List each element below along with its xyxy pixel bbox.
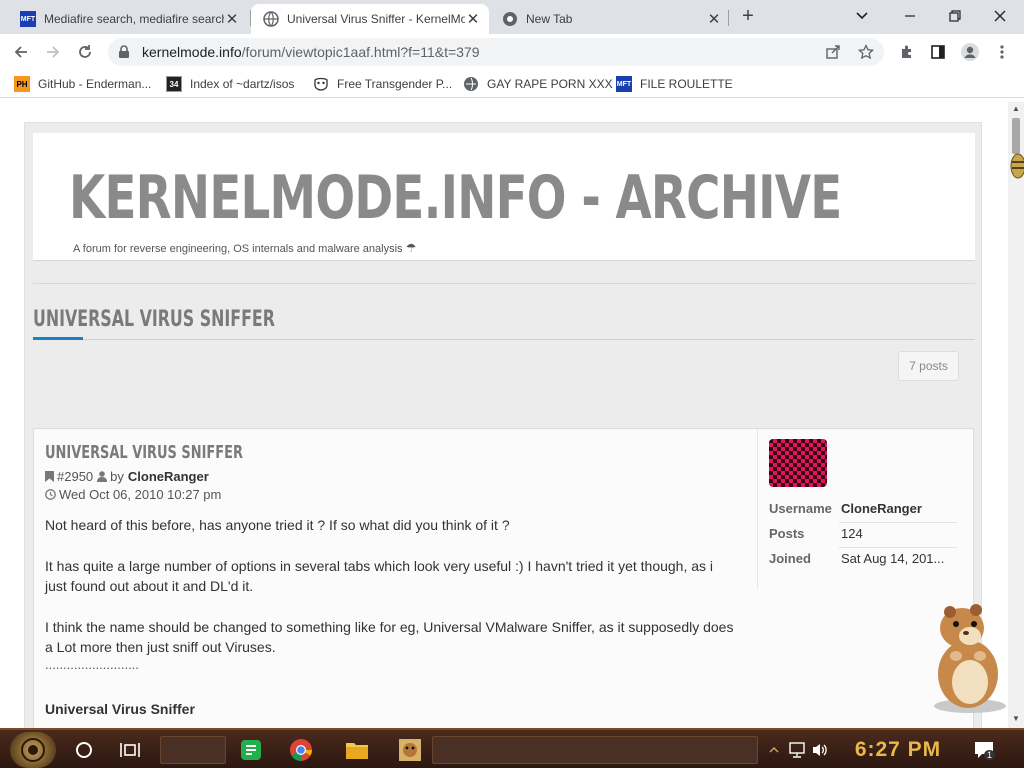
post-subheading: Universal Virus Sniffer (45, 701, 195, 717)
forum-wrap: KERNELMODE.INFO - ARCHIVE A forum for re… (24, 122, 982, 728)
ph-icon: PH (14, 76, 30, 92)
post-id-link[interactable]: #2950 (57, 469, 93, 484)
network-icon[interactable] (787, 740, 807, 760)
notes-app-icon[interactable] (237, 736, 265, 764)
start-button[interactable] (10, 732, 56, 768)
divider (33, 339, 975, 340)
post-paragraph: I think the name should be changed to so… (45, 619, 734, 655)
site-title[interactable]: KERNELMODE.INFO - ARCHIVE (69, 163, 842, 233)
avatar[interactable] (769, 439, 827, 487)
user-icon (97, 471, 108, 482)
close-window-icon[interactable] (988, 4, 1012, 28)
post-dots: .......................... (45, 657, 139, 672)
notification-icon[interactable]: 1 (972, 740, 996, 760)
tab-search-icon[interactable] (850, 4, 874, 28)
clock-icon (45, 489, 56, 500)
close-icon[interactable]: ✕ (706, 10, 722, 28)
post: UNIVERSAL VIRUS SNIFFER #2950 by CloneRa… (33, 428, 974, 728)
url-text: kernelmode.info/forum/viewtopic1aaf.html… (142, 44, 480, 60)
profile-icon[interactable] (957, 39, 983, 65)
chrome-icon (502, 11, 518, 27)
side-panel-icon[interactable] (925, 39, 951, 65)
post-date-row: Wed Oct 06, 2010 10:27 pm (45, 487, 221, 502)
tab-title: New Tab (526, 12, 573, 26)
post-profile: Username CloneRanger Posts 124 Joined Sa… (757, 429, 974, 589)
taskbar: 6:27 PM 1 (0, 728, 1024, 768)
notification-count: 1 (984, 750, 996, 760)
task-view-icon[interactable] (116, 736, 144, 764)
post-title[interactable]: UNIVERSAL VIRUS SNIFFER (45, 442, 243, 463)
bookmarks-bar: PH GitHub - Enderman... 34 Index of ~dar… (0, 70, 1024, 98)
bookmark-gay-rape[interactable]: GAY RAPE PORN XXX (463, 75, 613, 93)
tab-title: Universal Virus Sniffer - KernelMode (287, 12, 465, 26)
close-icon[interactable]: ✕ (465, 10, 481, 28)
site-description: A forum for reverse engineering, OS inte… (73, 241, 417, 255)
title-accent (33, 337, 83, 340)
chrome-icon[interactable] (287, 736, 315, 764)
taskbar-slot (160, 736, 226, 764)
globe-icon (463, 76, 479, 92)
bee-pet-icon (1010, 153, 1024, 179)
back-button[interactable] (8, 39, 34, 65)
profile-username-link[interactable]: CloneRanger (841, 501, 959, 516)
bookmark-icon (45, 471, 54, 482)
taskbar-clock[interactable]: 6:27 PM (840, 736, 956, 764)
reload-button[interactable] (72, 39, 98, 65)
tab-new-tab[interactable]: New Tab ✕ (490, 4, 730, 34)
profile-joined-row: Joined Sat Aug 14, 201... (769, 551, 959, 566)
minimize-icon[interactable] (898, 4, 922, 28)
close-icon[interactable]: ✕ (224, 10, 240, 28)
tab-mediafire[interactable]: MFT Mediafire search, mediafire search ✕ (8, 4, 248, 34)
post-author-link[interactable]: CloneRanger (128, 469, 209, 484)
browser-toolbar: kernelmode.info/forum/viewtopic1aaf.html… (0, 34, 1024, 70)
tab-strip: MFT Mediafire search, mediafire search ✕… (0, 0, 1024, 34)
post-paragraph: Not heard of this before, has anyone tri… (45, 517, 510, 533)
share-icon[interactable] (824, 43, 842, 61)
post-paragraph: It has quite a large number of options i… (45, 558, 714, 594)
profile-username-row: Username CloneRanger (769, 501, 959, 516)
taskbar-slot (432, 736, 758, 764)
menu-icon[interactable] (989, 39, 1015, 65)
umbrella-icon: ☂ (405, 241, 417, 255)
globe-icon (263, 11, 279, 27)
posts-count-badge: 7 posts (898, 351, 959, 381)
bookmark-github[interactable]: PH GitHub - Enderman... (14, 75, 151, 93)
mask-icon (313, 76, 329, 92)
topic-title[interactable]: UNIVERSAL VIRUS SNIFFER (33, 307, 275, 332)
mft-icon: MFT (20, 11, 36, 27)
extensions-icon[interactable] (894, 39, 920, 65)
new-tab-button[interactable]: + (738, 6, 758, 26)
hamster-pet-icon[interactable] (918, 600, 1014, 716)
address-bar[interactable]: kernelmode.info/forum/viewtopic1aaf.html… (108, 38, 884, 66)
tab-title: Mediafire search, mediafire search (44, 12, 224, 26)
search-circle-icon[interactable] (70, 736, 98, 764)
restore-icon[interactable] (943, 4, 967, 28)
bookmark-file-roulette[interactable]: MFT FILE ROULETTE (616, 75, 733, 93)
34-icon: 34 (166, 76, 182, 92)
volume-icon[interactable] (810, 740, 830, 760)
profile-posts-row: Posts 124 (769, 526, 959, 541)
mft-icon: MFT (616, 76, 632, 92)
bookmark-index-dartz[interactable]: 34 Index of ~dartz/isos (166, 75, 294, 93)
chevron-up-icon[interactable] (764, 740, 784, 760)
profile-posts-link[interactable]: 124 (841, 526, 959, 541)
post-meta: #2950 by CloneRanger (45, 469, 209, 484)
site-header: KERNELMODE.INFO - ARCHIVE A forum for re… (33, 133, 975, 261)
hamster-app-icon[interactable] (396, 736, 424, 764)
file-explorer-icon[interactable] (343, 736, 371, 764)
bookmark-free-transgender[interactable]: Free Transgender P... (313, 75, 452, 93)
tab-kernelmode[interactable]: Universal Virus Sniffer - KernelMode ✕ (251, 4, 489, 34)
bookmark-star-icon[interactable] (857, 43, 875, 61)
divider (33, 283, 975, 284)
page-content: KERNELMODE.INFO - ARCHIVE A forum for re… (0, 102, 1008, 728)
post-date: Wed Oct 06, 2010 10:27 pm (59, 487, 222, 502)
profile-joined-date: Sat Aug 14, 201... (841, 551, 945, 566)
forward-button[interactable] (40, 39, 66, 65)
lock-icon[interactable] (118, 45, 130, 64)
